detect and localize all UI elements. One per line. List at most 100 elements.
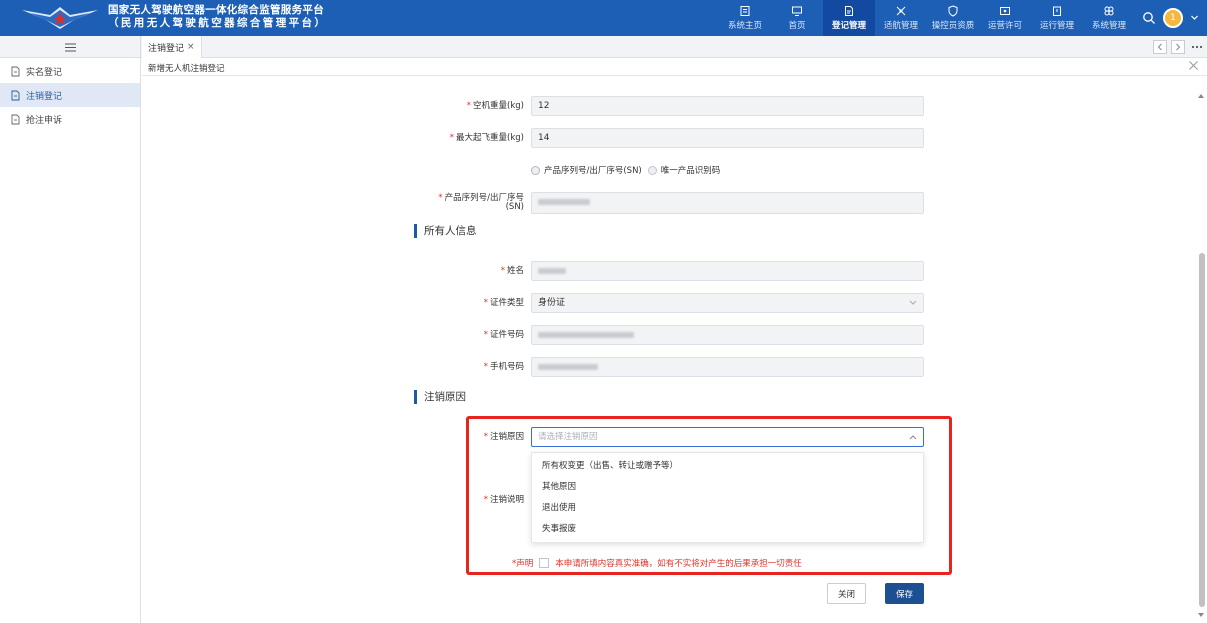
reason-option[interactable]: 其他原因 — [532, 477, 923, 498]
nav-home[interactable]: 首页 — [771, 0, 823, 36]
app-header: 国家无人驾驶航空器一体化综合监管服务平台 （民用无人驾驶航空器综合管理平台） 系… — [0, 0, 1207, 36]
nav-label: 系统管理 — [1091, 21, 1126, 31]
declaration-checkbox[interactable] — [539, 558, 550, 568]
sidebar-item-label: 实名登记 — [26, 67, 63, 78]
serial-number-row: * 产品序列号/出厂序号 (SN) — [360, 192, 924, 214]
cert-number-row: * 证件号码 — [360, 325, 924, 345]
max-takeoff-weight-row: * 最大起飞重量(kg) 14 — [360, 128, 924, 148]
nav-operation-management[interactable]: 运行管理 — [1031, 0, 1083, 36]
max-takeoff-weight-field[interactable]: 14 — [531, 128, 924, 148]
cert-type-label: * 证件类型 — [483, 298, 524, 308]
chevron-left-icon — [1157, 43, 1162, 51]
tab-deregistration[interactable]: 注销登记 × — [142, 36, 202, 58]
empty-weight-field[interactable]: 12 — [531, 96, 924, 116]
drone-icon — [896, 6, 906, 16]
name-row: * 姓名 — [360, 261, 924, 281]
nav-label: 运营许可 — [987, 21, 1022, 31]
cert-number-label: * 证件号码 — [483, 330, 524, 340]
phone-field[interactable] — [531, 357, 924, 377]
sidebar-item-deregistration[interactable]: 注销登记 — [0, 83, 140, 107]
file-icon — [11, 114, 20, 124]
brand-title-line2: （民用无人驾驶航空器综合管理平台） — [108, 17, 328, 29]
license-icon — [1000, 7, 1010, 15]
cert-type-value: 身份证 — [538, 298, 566, 308]
owner-section-title: 所有人信息 — [414, 224, 477, 238]
close-button[interactable]: 关闭 — [827, 583, 866, 604]
scrollbar-thumb[interactable] — [1199, 253, 1205, 607]
nav-label: 运行管理 — [1039, 21, 1074, 31]
clipboard-icon — [1053, 6, 1061, 16]
nav-label: 系统主页 — [727, 21, 762, 31]
save-button[interactable]: 保存 — [885, 583, 924, 604]
nav-system-home[interactable]: 系统主页 — [719, 0, 771, 36]
hamburger-icon — [64, 43, 76, 51]
radio-unique-id[interactable] — [647, 165, 657, 175]
menu-toggle[interactable] — [0, 36, 141, 58]
name-field[interactable] — [531, 261, 924, 281]
nav-system-management[interactable]: 系统管理 — [1083, 0, 1135, 36]
sidebar-item-appeal[interactable]: 抢注申诉 — [0, 107, 140, 131]
brand-title-line1: 国家无人驾驶航空器一体化综合监管服务平台 — [108, 4, 324, 16]
reason-label: * 注销原因 — [483, 432, 524, 442]
identifier-type-radio-group: 产品序列号/出厂序号(SN) 唯一产品识别码 — [531, 163, 720, 177]
nav-registration[interactable]: 登记管理 — [823, 0, 875, 36]
phone-label: * 手机号码 — [483, 362, 524, 372]
tab-scroll-right-button[interactable] — [1171, 40, 1185, 54]
max-takeoff-weight-label: * 最大起飞重量(kg) — [449, 133, 524, 143]
description-label: * 注销说明 — [483, 495, 524, 505]
scroll-up-icon[interactable] — [1197, 93, 1205, 99]
reason-section-title: 注销原因 — [414, 390, 466, 404]
radio-serial-number[interactable] — [531, 165, 540, 175]
reason-option[interactable]: 失事报废 — [532, 519, 923, 540]
nav-label: 登记管理 — [831, 21, 866, 31]
tab-close-icon[interactable]: × — [187, 42, 195, 52]
top-nav: 系统主页 首页 登记管理 适航管理 操控员资质 运营许可 运行管理 系统管理 — [719, 0, 1135, 36]
search-icon[interactable] — [1142, 11, 1156, 25]
desktop-icon — [792, 6, 802, 16]
cert-number-field[interactable] — [531, 325, 924, 345]
shield-icon — [948, 5, 958, 17]
empty-weight-label: * 空机重量(kg) — [466, 101, 524, 111]
sidebar-item-label: 注销登记 — [26, 91, 63, 102]
radio-serial-number-label: 产品序列号/出厂序号(SN) — [544, 166, 642, 176]
cert-type-row: * 证件类型 身份证 — [360, 293, 924, 313]
nav-airworthiness[interactable]: 适航管理 — [875, 0, 927, 36]
close-icon[interactable] — [1188, 60, 1199, 71]
scroll-down-icon[interactable] — [1197, 612, 1205, 618]
tab-more-button[interactable] — [1189, 40, 1205, 54]
declaration-label: *声明 — [512, 559, 534, 569]
chevron-down-icon — [909, 300, 917, 305]
declaration-text: 本申请所填内容真实准确，如有不实将对产生的后果承担一切责任 — [555, 559, 802, 569]
user-avatar[interactable]: 1 — [1163, 8, 1183, 28]
reason-option[interactable]: 退出使用 — [532, 498, 923, 519]
sidebar-item-realname[interactable]: 实名登记 — [0, 59, 140, 83]
file-icon — [11, 90, 20, 100]
nav-operation-license[interactable]: 运营许可 — [979, 0, 1031, 36]
monitor-icon — [740, 6, 750, 16]
tab-scroll-left-button[interactable] — [1153, 40, 1167, 54]
chevron-up-icon — [909, 435, 917, 440]
brand-title: 国家无人驾驶航空器一体化综合监管服务平台 （民用无人驾驶航空器综合管理平台） — [108, 4, 327, 30]
cert-type-select[interactable]: 身份证 — [531, 293, 924, 313]
reason-option[interactable]: 所有权变更（出售、转让或赠予等） — [532, 456, 923, 477]
phone-row: * 手机号码 — [360, 357, 924, 377]
more-icon — [1191, 45, 1203, 49]
reason-select[interactable]: 请选择注销原因 — [531, 427, 924, 447]
nav-label: 首页 — [788, 21, 806, 31]
caac-logo-icon — [22, 7, 98, 29]
tab-bar: 注销登记 × — [0, 36, 1207, 58]
empty-weight-row: * 空机重量(kg) 12 — [360, 96, 924, 116]
radio-unique-id-label: 唯一产品识别码 — [660, 166, 721, 176]
tab-label: 注销登记 — [148, 43, 185, 54]
dialog-header: 新增无人机注销登记 — [142, 58, 1207, 76]
chevron-right-icon — [1176, 43, 1181, 51]
chevron-down-icon[interactable] — [1190, 13, 1199, 22]
nav-operator-qualification[interactable]: 操控员资质 — [927, 0, 979, 36]
serial-number-field[interactable] — [531, 192, 924, 214]
nav-label: 操控员资质 — [931, 21, 975, 31]
sidebar: 实名登记 注销登记 抢注申诉 — [0, 58, 141, 623]
document-icon — [845, 6, 853, 16]
serial-number-label: * 产品序列号/出厂序号 (SN) — [438, 193, 524, 212]
name-label: * 姓名 — [500, 266, 524, 276]
reason-placeholder: 请选择注销原因 — [538, 432, 598, 442]
